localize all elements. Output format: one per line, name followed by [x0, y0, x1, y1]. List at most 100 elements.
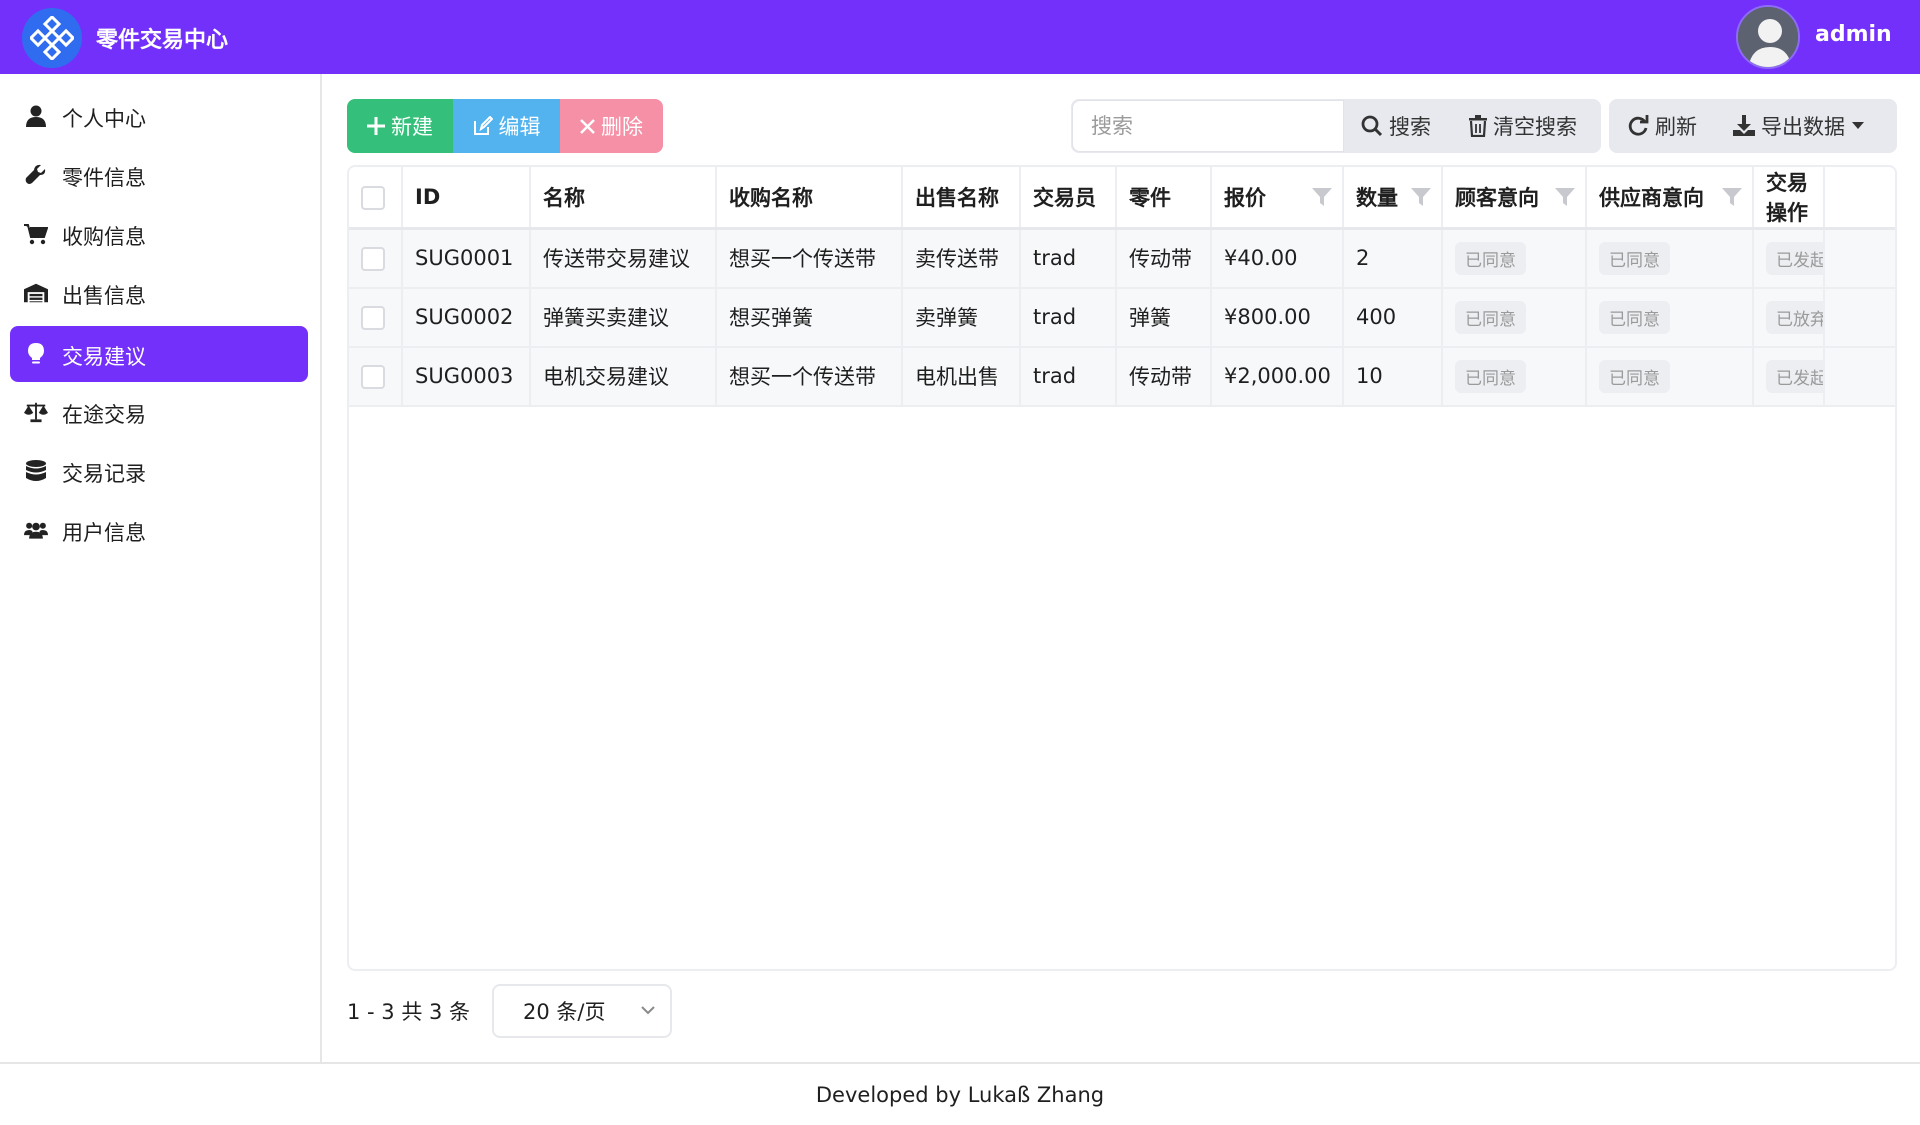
avatar[interactable]	[1736, 5, 1800, 69]
table-row[interactable]: SUG0001 传送带交易建议 想买一个传送带 卖传送带 trad 传动带 ¥4…	[349, 228, 1895, 289]
delete-button[interactable]: 删除	[560, 99, 663, 153]
search-button-label: 搜索	[1389, 115, 1431, 139]
cell-price: ¥800.00	[1211, 287, 1344, 348]
edit-button-label: 编辑	[498, 115, 541, 139]
cell-action: 已发起协议	[1753, 228, 1825, 289]
row-select-cell	[349, 346, 403, 407]
status-badge: 已同意	[1599, 359, 1670, 393]
plus-icon	[367, 117, 385, 135]
cell-id: SUG0001	[402, 228, 531, 289]
column-header-name[interactable]: 名称	[530, 167, 717, 230]
row-checkbox[interactable]	[361, 364, 385, 389]
cell-supplier-intent: 已同意	[1586, 346, 1754, 407]
column-header-buy-name[interactable]: 收购名称	[716, 167, 903, 230]
action-button[interactable]: 已发起协议	[1766, 359, 1822, 393]
cell-action: 已放弃建议	[1753, 287, 1825, 348]
row-checkbox[interactable]	[361, 305, 385, 330]
new-button[interactable]: 新建	[347, 99, 453, 153]
column-header-sell-name[interactable]: 出售名称	[902, 167, 1021, 230]
sidebar-item-label: 出售信息	[62, 284, 146, 308]
lightbulb-icon	[24, 342, 48, 366]
clear-search-button[interactable]: 清空搜索	[1469, 99, 1577, 153]
sidebar-item-parts[interactable]: 零件信息	[10, 147, 308, 203]
top-header: 零件交易中心 admin	[0, 0, 1920, 74]
clear-search-label: 清空搜索	[1493, 115, 1577, 139]
table-header-row: ID 名称 收购名称 出售名称 交易员 零件 报价 数量 顾客意向 供应商意向 …	[349, 167, 1895, 230]
cell-buy-name: 想买一个传送带	[716, 346, 903, 407]
caret-down-icon	[1852, 122, 1864, 129]
sidebar-item-label: 个人中心	[62, 107, 146, 131]
action-button[interactable]: 已放弃建议	[1766, 300, 1822, 334]
sidebar-item-in-transit[interactable]: 在途交易	[10, 384, 308, 440]
column-header-label: 报价	[1224, 186, 1266, 210]
filter-icon[interactable]	[1312, 187, 1332, 207]
sidebar-item-records[interactable]: 交易记录	[10, 443, 308, 499]
column-header-customer-intent[interactable]: 顾客意向	[1442, 167, 1587, 230]
close-icon	[580, 118, 595, 134]
cell-spacer	[1824, 287, 1895, 348]
user-name[interactable]: admin	[1815, 22, 1892, 47]
user-icon	[24, 104, 48, 128]
refresh-button[interactable]: 刷新	[1627, 99, 1697, 153]
table-row[interactable]: SUG0002 弹簧买卖建议 想买弹簧 卖弹簧 trad 弹簧 ¥800.00 …	[349, 287, 1895, 348]
data-table: ID 名称 收购名称 出售名称 交易员 零件 报价 数量 顾客意向 供应商意向 …	[349, 167, 1895, 407]
status-badge: 已同意	[1455, 359, 1526, 393]
sidebar-item-profile[interactable]: 个人中心	[10, 88, 308, 144]
logo-icon[interactable]	[22, 8, 82, 68]
sidebar-item-trade-suggestion[interactable]: 交易建议	[10, 326, 308, 382]
column-header-supplier-intent[interactable]: 供应商意向	[1586, 167, 1754, 230]
search-input[interactable]	[1072, 100, 1344, 152]
column-header-qty[interactable]: 数量	[1343, 167, 1443, 230]
delete-button-label: 删除	[601, 115, 643, 139]
status-badge: 已同意	[1599, 300, 1670, 334]
column-header-part[interactable]: 零件	[1116, 167, 1212, 230]
sidebar-item-label: 在途交易	[62, 403, 146, 427]
cell-customer-intent: 已同意	[1442, 346, 1587, 407]
cell-name: 弹簧买卖建议	[530, 287, 717, 348]
cell-name: 电机交易建议	[530, 346, 717, 407]
cell-buy-name: 想买一个传送带	[716, 228, 903, 289]
sidebar-item-users[interactable]: 用户信息	[10, 502, 308, 558]
cell-trader: trad	[1020, 228, 1117, 289]
filter-icon[interactable]	[1411, 187, 1431, 207]
column-header-price[interactable]: 报价	[1211, 167, 1344, 230]
table-row[interactable]: SUG0003 电机交易建议 想买一个传送带 电机出售 trad 传动带 ¥2,…	[349, 346, 1895, 407]
footer: Developed by Lukaß Zhang	[0, 1062, 1920, 1125]
filter-icon[interactable]	[1555, 187, 1575, 207]
chevron-down-icon	[641, 1006, 655, 1015]
filter-icon[interactable]	[1722, 187, 1742, 207]
select-all-checkbox[interactable]	[361, 185, 385, 210]
sidebar-item-label: 用户信息	[62, 521, 146, 545]
edit-button[interactable]: 编辑	[453, 99, 560, 153]
export-button[interactable]: 导出数据	[1733, 99, 1865, 153]
select-all-cell	[349, 167, 403, 230]
cell-buy-name: 想买弹簧	[716, 287, 903, 348]
column-header-action[interactable]: 交易操作	[1753, 167, 1825, 230]
wrench-icon	[24, 163, 48, 187]
edit-icon	[473, 116, 493, 135]
sidebar-item-purchase[interactable]: 收购信息	[10, 206, 308, 262]
cart-icon	[24, 222, 48, 246]
warehouse-icon	[24, 281, 48, 305]
column-header-id[interactable]: ID	[402, 167, 531, 230]
sidebar-item-sales[interactable]: 出售信息	[10, 265, 308, 321]
app-title: 零件交易中心	[96, 28, 229, 53]
cell-price: ¥40.00	[1211, 228, 1344, 289]
status-badge: 已同意	[1599, 241, 1670, 275]
data-actions-group: 刷新 导出数据	[1609, 99, 1897, 153]
row-checkbox[interactable]	[361, 246, 385, 271]
balance-scale-icon	[24, 400, 48, 424]
action-button[interactable]: 已发起协议	[1766, 241, 1822, 275]
page-size-select[interactable]: 20 条/页	[492, 984, 672, 1038]
cell-spacer	[1824, 346, 1895, 407]
cell-customer-intent: 已同意	[1442, 228, 1587, 289]
column-header-trader[interactable]: 交易员	[1020, 167, 1117, 230]
sidebar-item-label: 收购信息	[62, 225, 146, 249]
search-group: 搜索 清空搜索	[1071, 99, 1601, 153]
column-header-label: 供应商意向	[1599, 186, 1704, 210]
cell-trader: trad	[1020, 287, 1117, 348]
row-select-cell	[349, 287, 403, 348]
row-select-cell	[349, 228, 403, 289]
footer-text: Developed by Lukaß Zhang	[815, 1082, 1105, 1107]
search-button[interactable]: 搜索	[1361, 99, 1431, 153]
